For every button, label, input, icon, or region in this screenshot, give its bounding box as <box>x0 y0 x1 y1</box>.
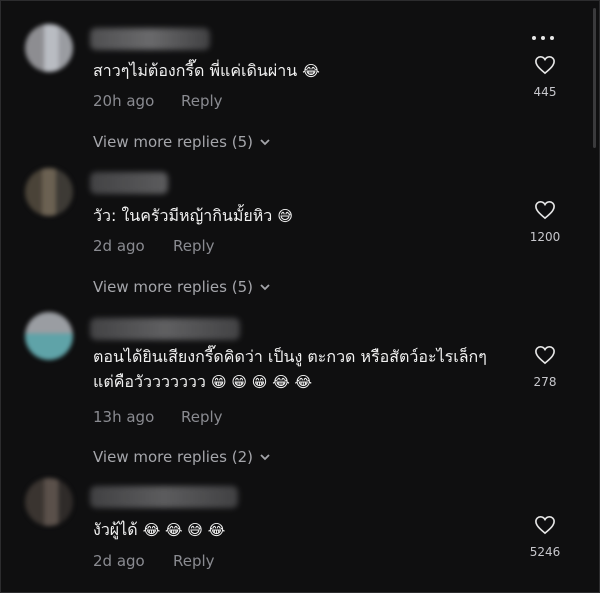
chevron-down-icon <box>260 284 270 291</box>
reply-button[interactable]: Reply <box>173 237 215 255</box>
comment-text: วัว: ในครัวมีหญ้ากินมั้ยหิว 😅 <box>93 203 293 229</box>
like-button[interactable]: 5246 <box>525 515 565 559</box>
comment-body: วัว: ในครัวมีหญ้ากินมั้ยหิว <box>93 206 273 225</box>
avatar[interactable] <box>25 312 73 360</box>
timestamp: 2d ago <box>93 552 145 570</box>
view-more-replies[interactable]: View more replies (2) <box>93 448 271 466</box>
comment-meta: 20h ago Reply <box>93 92 223 110</box>
avatar[interactable] <box>25 478 73 526</box>
timestamp: 2d ago <box>93 237 145 255</box>
like-button[interactable]: 445 <box>525 55 565 99</box>
view-more-label: View more replies (2) <box>93 448 253 466</box>
comment-text: สาวๆไม่ต้องกรี๊ด พี่แค่เดินผ่าน 😂 <box>93 58 320 84</box>
chevron-down-icon <box>260 139 270 146</box>
view-more-replies[interactable]: View more replies (5) <box>93 133 271 151</box>
emoji: 😅 <box>277 207 293 225</box>
comment-text: งัวผู้ได้ 😂 😂 😅 😂 <box>93 517 225 543</box>
more-options-icon[interactable] <box>532 36 554 40</box>
chevron-down-icon <box>260 454 270 461</box>
heart-icon <box>535 345 555 365</box>
reply-button[interactable]: Reply <box>181 408 223 426</box>
username-blurred[interactable] <box>90 172 168 194</box>
heart-icon <box>535 200 555 220</box>
comment-body-line2: แต่คือวัววววววว <box>93 372 206 391</box>
like-count: 278 <box>533 375 557 389</box>
emoji: 😂 <box>302 62 320 80</box>
like-button[interactable]: 1200 <box>525 200 565 244</box>
comment-meta: 13h ago Reply <box>93 408 223 426</box>
like-count: 445 <box>533 85 557 99</box>
timestamp: 13h ago <box>93 408 155 426</box>
like-count: 5246 <box>529 545 561 559</box>
view-more-replies[interactable]: View more replies (5) <box>93 278 271 296</box>
emoji: 😁 😁 😁 😂 😂 <box>210 373 313 391</box>
comment-body: สาวๆไม่ต้องกรี๊ด พี่แค่เดินผ่าน <box>93 61 298 80</box>
comment-meta: 2d ago Reply <box>93 237 215 255</box>
timestamp: 20h ago <box>93 92 155 110</box>
like-button[interactable]: 278 <box>525 345 565 389</box>
heart-icon <box>535 55 555 75</box>
heart-icon <box>535 515 555 535</box>
scrollbar[interactable] <box>593 8 596 148</box>
reply-button[interactable]: Reply <box>173 552 215 570</box>
view-more-label: View more replies (5) <box>93 278 253 296</box>
username-blurred[interactable] <box>90 318 240 340</box>
username-blurred[interactable] <box>90 486 238 508</box>
comment-meta: 2d ago Reply <box>93 552 215 570</box>
avatar[interactable] <box>25 24 73 72</box>
username-blurred[interactable] <box>90 28 210 50</box>
comment-body: งัวผู้ได้ <box>93 520 138 539</box>
view-more-label: View more replies (5) <box>93 133 253 151</box>
reply-button[interactable]: Reply <box>181 92 223 110</box>
emoji: 😂 😂 😅 😂 <box>142 521 226 539</box>
comment-body-line1: ตอนได้ยินเสียงกรี๊ดคิดว่า เป็นงู ตะกวด ห… <box>93 347 487 366</box>
comment-text: ตอนได้ยินเสียงกรี๊ดคิดว่า เป็นงู ตะกวด ห… <box>93 344 487 395</box>
avatar[interactable] <box>25 168 73 216</box>
like-count: 1200 <box>529 230 561 244</box>
